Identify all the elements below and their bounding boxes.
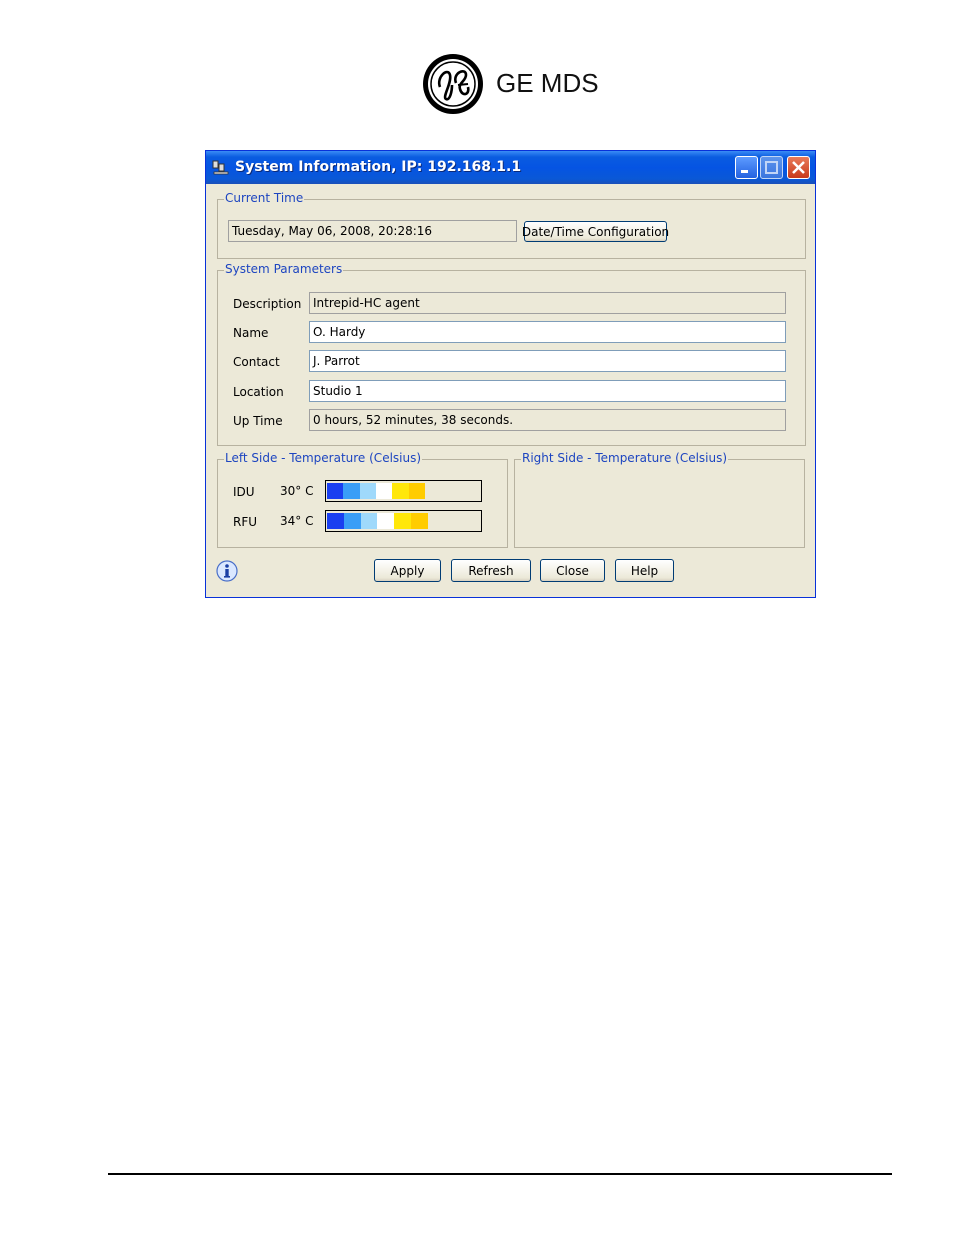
temperature-bar-segment <box>327 483 344 499</box>
contact-field[interactable]: J. Parrot <box>309 350 786 372</box>
system-information-window: System Information, IP: 192.168.1.1 Curr… <box>205 150 816 598</box>
description-label: Description <box>233 297 302 311</box>
current-time-group-label: Current Time <box>224 191 305 205</box>
temperature-bar-segment <box>408 483 425 499</box>
rfu-temperature-bar <box>325 510 482 532</box>
name-field[interactable]: O. Hardy <box>309 321 786 343</box>
info-icon[interactable] <box>216 560 238 582</box>
current-time-group: Current Time Tuesday, May 06, 2008, 20:2… <box>217 191 806 259</box>
close-icon <box>792 161 805 174</box>
minimize-icon <box>741 170 748 173</box>
maximize-icon <box>765 161 778 174</box>
temperature-bar-segment <box>377 513 395 529</box>
up-time-label: Up Time <box>233 414 283 428</box>
network-computer-icon <box>212 160 229 175</box>
temperature-bar-segment <box>394 513 412 529</box>
date-time-configuration-button[interactable]: Date/Time Configuration <box>522 221 669 242</box>
temperature-bar-segment <box>360 513 378 529</box>
refresh-button[interactable]: Refresh <box>451 559 531 582</box>
temperature-bar-segment <box>343 483 360 499</box>
help-button[interactable]: Help <box>615 559 674 582</box>
footer-rule <box>108 1173 892 1175</box>
brand-name: GE MDS <box>496 68 599 98</box>
temperature-bar-segment <box>359 483 376 499</box>
rfu-label: RFU <box>233 515 258 529</box>
left-temperature-group-label: Left Side - Temperature (Celsius) <box>224 451 423 465</box>
location-label: Location <box>233 385 284 399</box>
maximize-button[interactable] <box>760 156 783 179</box>
temperature-bar-segment <box>411 513 428 529</box>
temperature-bar-segment <box>375 483 393 499</box>
idu-temperature-value: 30° C <box>280 484 314 498</box>
idu-label: IDU <box>233 485 255 499</box>
right-temperature-group: Right Side - Temperature (Celsius) <box>514 451 805 548</box>
temperature-bar-segment <box>327 513 344 529</box>
close-button[interactable]: Close <box>540 559 605 582</box>
temperature-bar-segment <box>343 513 361 529</box>
left-temperature-group: Left Side - Temperature (Celsius) IDU 30… <box>217 451 508 548</box>
ge-monogram-logo <box>423 54 483 114</box>
right-temperature-group-label: Right Side - Temperature (Celsius) <box>521 451 729 465</box>
description-field: Intrepid-HC agent <box>309 292 786 314</box>
window-title: System Information, IP: 192.168.1.1 <box>235 159 522 175</box>
rfu-temperature-value: 34° C <box>280 514 314 528</box>
idu-temperature-bar <box>325 480 482 502</box>
up-time-field: 0 hours, 52 minutes, 38 seconds. <box>309 409 786 431</box>
contact-label: Contact <box>233 355 280 369</box>
minimize-button[interactable] <box>735 156 758 179</box>
title-bar[interactable]: System Information, IP: 192.168.1.1 <box>206 151 815 184</box>
name-label: Name <box>233 326 269 340</box>
close-window-button[interactable] <box>787 156 810 179</box>
temperature-bar-segment <box>392 483 409 499</box>
apply-button[interactable]: Apply <box>374 559 441 582</box>
system-parameters-group: System Parameters Description Intrepid-H… <box>217 262 806 446</box>
current-time-field: Tuesday, May 06, 2008, 20:28:16 <box>228 220 517 242</box>
location-field[interactable]: Studio 1 <box>309 380 786 402</box>
system-parameters-group-label: System Parameters <box>224 262 344 276</box>
